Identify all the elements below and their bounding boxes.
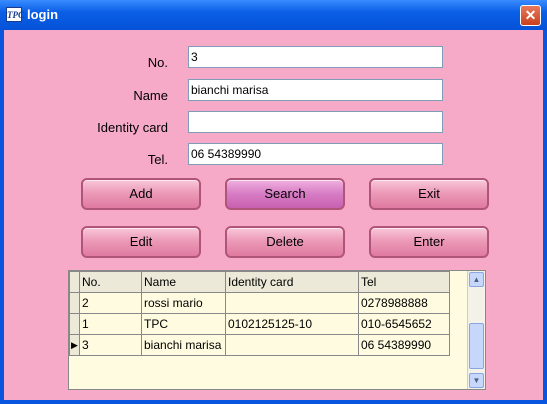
cell-name[interactable]: TPC: [141, 313, 226, 335]
identity-card-label: Identity card: [97, 120, 168, 135]
cell-name[interactable]: bianchi marisa: [141, 334, 226, 356]
row-indicator-header: [69, 271, 80, 293]
cell-no[interactable]: 1: [79, 313, 142, 335]
tel-label: Tel.: [147, 152, 168, 167]
scroll-thumb[interactable]: [469, 323, 484, 369]
cell-tel[interactable]: 06 54389990: [358, 334, 450, 356]
no-field[interactable]: 3: [188, 46, 443, 68]
cell-identity-card[interactable]: 0102125125-10: [225, 313, 359, 335]
cell-identity-card[interactable]: [225, 292, 359, 314]
column-header-identity-card[interactable]: Identity card: [225, 271, 359, 293]
column-header-tel[interactable]: Tel: [358, 271, 450, 293]
login-window: TPC login ✕ No. 3 Name bianchi marisa Id…: [0, 0, 547, 404]
records-grid[interactable]: No. Name Identity card Tel 2 rossi mario…: [68, 270, 486, 390]
grid-table: No. Name Identity card Tel 2 rossi mario…: [69, 271, 450, 356]
current-row-marker-icon[interactable]: ▶: [69, 334, 80, 356]
cell-no[interactable]: 2: [79, 292, 142, 314]
tel-field[interactable]: 06 54389990: [188, 143, 443, 165]
close-button[interactable]: ✕: [520, 5, 541, 26]
edit-button[interactable]: Edit: [81, 226, 201, 258]
table-row[interactable]: 2 rossi mario 0278988888: [69, 292, 450, 314]
name-label: Name: [133, 88, 168, 103]
cell-no[interactable]: 3: [79, 334, 142, 356]
identity-card-field[interactable]: [188, 111, 443, 133]
delete-button[interactable]: Delete: [225, 226, 345, 258]
column-header-name[interactable]: Name: [141, 271, 226, 293]
grid-header-row: No. Name Identity card Tel: [69, 271, 450, 293]
scroll-down-icon[interactable]: ▼: [469, 373, 484, 388]
search-button[interactable]: Search: [225, 178, 345, 210]
enter-button[interactable]: Enter: [369, 226, 489, 258]
cell-tel[interactable]: 0278988888: [358, 292, 450, 314]
column-header-no[interactable]: No.: [79, 271, 142, 293]
table-row[interactable]: 1 TPC 0102125125-10 010-6545652: [69, 313, 450, 335]
window-title: login: [27, 7, 59, 22]
row-indicator[interactable]: [69, 292, 80, 314]
exit-button[interactable]: Exit: [369, 178, 489, 210]
title-bar[interactable]: TPC login ✕: [0, 0, 547, 30]
form-area: No. 3 Name bianchi marisa Identity card …: [4, 30, 543, 400]
add-button[interactable]: Add: [81, 178, 201, 210]
no-label: No.: [147, 55, 168, 70]
cell-name[interactable]: rossi mario: [141, 292, 226, 314]
cell-identity-card[interactable]: [225, 334, 359, 356]
vertical-scrollbar[interactable]: ▲ ▼: [467, 271, 485, 389]
table-row[interactable]: ▶ 3 bianchi marisa 06 54389990: [69, 334, 450, 356]
row-indicator[interactable]: [69, 313, 80, 335]
scroll-up-icon[interactable]: ▲: [469, 272, 484, 287]
cell-tel[interactable]: 010-6545652: [358, 313, 450, 335]
app-icon: TPC: [6, 7, 24, 22]
name-field[interactable]: bianchi marisa: [188, 79, 443, 101]
